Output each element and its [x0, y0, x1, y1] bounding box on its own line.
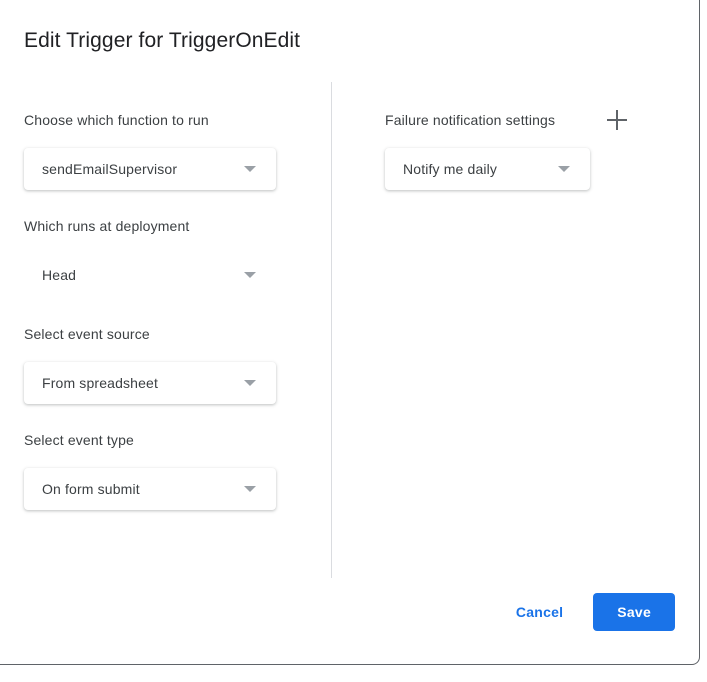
save-button[interactable]: Save	[593, 593, 675, 631]
right-column: Failure notification settings Notify me …	[385, 110, 665, 190]
column-divider	[331, 82, 332, 578]
field-label-event-type: Select event type	[24, 432, 134, 448]
field-event-source: Select event source From spreadsheet	[24, 324, 304, 404]
dialog-title: Edit Trigger for TriggerOnEdit	[24, 29, 301, 52]
field-event-type: Select event type On form submit	[24, 430, 304, 510]
failure-notification-header: Failure notification settings	[385, 110, 665, 130]
cancel-button[interactable]: Cancel	[504, 594, 575, 630]
select-failure-notification-value: Notify me daily	[403, 161, 498, 177]
chevron-down-icon	[244, 166, 256, 172]
field-label-event-source: Select event source	[24, 326, 150, 342]
field-label-deployment: Which runs at deployment	[24, 218, 190, 234]
dialog-actions: Cancel Save	[504, 593, 675, 631]
select-failure-notification[interactable]: Notify me daily	[385, 148, 590, 190]
field-label-failure-notification: Failure notification settings	[385, 112, 556, 128]
chevron-down-icon	[244, 380, 256, 386]
edit-trigger-dialog: Edit Trigger for TriggerOnEdit Choose wh…	[0, 0, 700, 665]
left-column: Choose which function to run sendEmailSu…	[24, 110, 304, 536]
select-function-to-run-value: sendEmailSupervisor	[42, 161, 178, 177]
select-deployment[interactable]: Head	[24, 254, 276, 296]
field-function-to-run: Choose which function to run sendEmailSu…	[24, 110, 304, 190]
select-event-type[interactable]: On form submit	[24, 468, 276, 510]
select-event-source[interactable]: From spreadsheet	[24, 362, 276, 404]
chevron-down-icon	[244, 272, 256, 278]
select-deployment-value: Head	[42, 267, 77, 283]
select-function-to-run[interactable]: sendEmailSupervisor	[24, 148, 276, 190]
select-event-type-value: On form submit	[42, 481, 140, 497]
chevron-down-icon	[558, 166, 570, 172]
plus-icon[interactable]	[607, 110, 628, 130]
field-label-function-to-run: Choose which function to run	[24, 112, 209, 128]
select-event-source-value: From spreadsheet	[42, 375, 159, 391]
chevron-down-icon	[244, 486, 256, 492]
field-deployment: Which runs at deployment Head	[24, 216, 304, 296]
